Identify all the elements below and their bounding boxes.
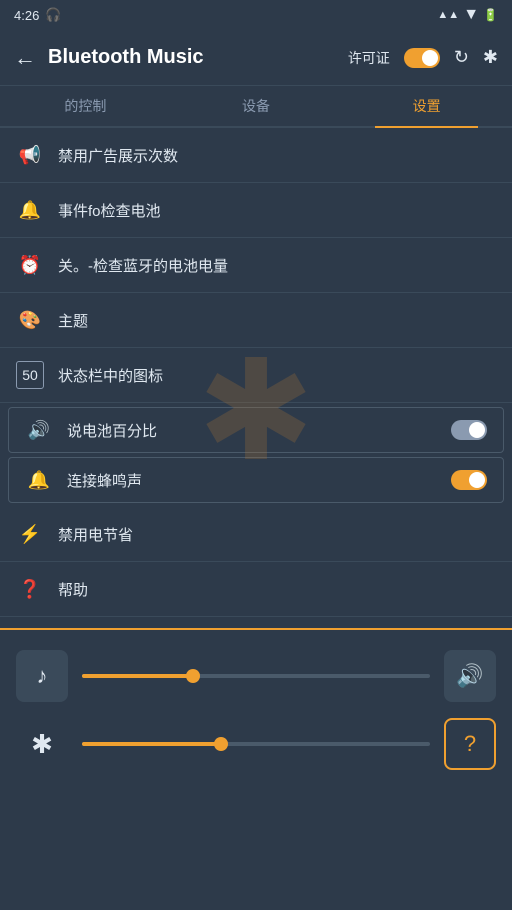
volume-button[interactable]: 🔊 [444, 650, 496, 702]
setting-item-ads[interactable]: 📢 禁用广告展示次数 [0, 128, 512, 183]
status-right: ▲▲ ▼ 🔋 [437, 6, 498, 24]
permission-label: 许可证 [348, 48, 390, 68]
setting-item-bt-cache[interactable]: 🔧 蓝牙缓存清除 [0, 617, 512, 628]
event-label: 事件fo检查电池 [58, 200, 496, 221]
setting-item-theme[interactable]: 🎨 主题 [0, 293, 512, 348]
event-icon: 🔔 [16, 196, 44, 224]
theme-icon: 🎨 [16, 306, 44, 334]
help-player-button[interactable]: ? [444, 718, 496, 770]
time-display: 4:26 [14, 8, 39, 23]
player-section: ♪ 🔊 ✱ ? [0, 630, 512, 790]
tab-controls[interactable]: 的控制 [0, 86, 171, 126]
help-icon: ❓ [16, 575, 44, 603]
ads-icon: 📢 [16, 141, 44, 169]
connect-beep-label: 连接蜂鸣声 [67, 470, 437, 491]
permission-toggle[interactable] [404, 48, 440, 68]
connect-beep-icon: 🔔 [25, 466, 53, 494]
back-button[interactable]: ← [14, 45, 36, 71]
signal-icon: ▲▲ [437, 9, 459, 21]
toggle-item-connect-beep[interactable]: 🔔 连接蜂鸣声 [8, 457, 504, 503]
status-left: 4:26 🎧 [14, 7, 62, 23]
bt-player-icon: ✱ [16, 718, 68, 770]
setting-item-help[interactable]: ❓ 帮助 [0, 562, 512, 617]
connect-beep-toggle[interactable] [451, 470, 487, 490]
battery-percent-icon: 🔊 [25, 416, 53, 444]
volume-slider[interactable] [82, 742, 430, 746]
music-slider[interactable] [82, 674, 430, 678]
bluetooth-player-symbol: ✱ [31, 729, 53, 760]
player-content: ♪ 🔊 ✱ ? [0, 630, 512, 780]
tab-devices[interactable]: 设备 [171, 86, 342, 126]
setting-item-power-save[interactable]: ⚡ 禁用电节省 [0, 507, 512, 562]
header-right: 许可证 ↻ ✱ [348, 47, 498, 68]
header: ← Bluetooth Music 许可证 ↻ ✱ [0, 30, 512, 86]
music-slider-thumb[interactable] [186, 669, 200, 683]
power-save-icon: ⚡ [16, 520, 44, 548]
volume-slider-thumb[interactable] [214, 737, 228, 751]
music-row: ♪ 🔊 [16, 650, 496, 702]
power-save-label: 禁用电节省 [58, 524, 496, 545]
toggle-item-battery-percent[interactable]: 🔊 说电池百分比 [8, 407, 504, 453]
music-slider-fill [82, 674, 193, 678]
help-label: 帮助 [58, 579, 496, 600]
theme-label: 主题 [58, 310, 496, 331]
refresh-icon[interactable]: ↻ [454, 47, 469, 68]
setting-item-event[interactable]: 🔔 事件fo检查电池 [0, 183, 512, 238]
wifi-icon: ▼ [463, 6, 479, 24]
battery-check-label: 关。-检查蓝牙的电池电量 [58, 255, 496, 276]
tab-bar: 的控制 设备 设置 [0, 86, 512, 128]
battery-check-icon: ⏰ [16, 251, 44, 279]
bluetooth-icon[interactable]: ✱ [483, 47, 498, 68]
music-button[interactable]: ♪ [16, 650, 68, 702]
bt-volume-row: ✱ ? [16, 718, 496, 770]
tab-settings[interactable]: 设置 [341, 86, 512, 126]
ads-label: 禁用广告展示次数 [58, 145, 496, 166]
volume-icon: 🔊 [456, 663, 483, 689]
battery-percent-toggle[interactable] [451, 420, 487, 440]
page-title: Bluetooth Music [48, 46, 204, 69]
header-left: ← Bluetooth Music [14, 45, 204, 71]
battery-icon: 🔋 [483, 8, 498, 22]
music-icon: ♪ [37, 663, 48, 689]
volume-slider-fill [82, 742, 221, 746]
settings-content: 📢 禁用广告展示次数 🔔 事件fo检查电池 ⏰ 关。-检查蓝牙的电池电量 🎨 主… [0, 128, 512, 628]
setting-item-statusbar[interactable]: 50 状态栏中的图标 [0, 348, 512, 403]
status-bar: 4:26 🎧 ▲▲ ▼ 🔋 [0, 0, 512, 30]
headphone-icon: 🎧 [45, 7, 61, 23]
setting-item-battery-check[interactable]: ⏰ 关。-检查蓝牙的电池电量 [0, 238, 512, 293]
statusbar-label: 状态栏中的图标 [58, 365, 496, 386]
battery-percent-label: 说电池百分比 [67, 420, 437, 441]
statusbar-icon: 50 [16, 361, 44, 389]
help-player-icon: ? [464, 731, 476, 757]
